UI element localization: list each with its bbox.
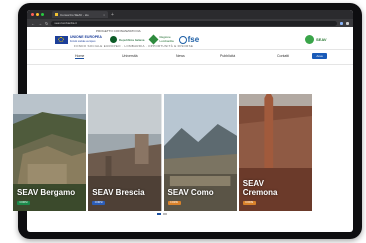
- card-title: SEAV Bergamo: [17, 188, 76, 197]
- browser-tab[interactable]: Consorzio SEAV - Ho ×: [52, 11, 108, 18]
- back-icon[interactable]: ←: [31, 21, 35, 26]
- menu-item-news[interactable]: News: [176, 54, 185, 58]
- tab-close-icon[interactable]: ×: [103, 13, 105, 17]
- pager-dot[interactable]: [157, 213, 161, 215]
- card-badge: CORSI: [92, 201, 106, 205]
- tagline: FONDO SOCIALE EUROPEO · LOMBARDIA · OPPO…: [74, 44, 194, 48]
- card-badge: CORSI: [242, 201, 256, 205]
- profile-icon[interactable]: [346, 21, 349, 25]
- card-badge: CORSI: [167, 201, 181, 205]
- card-cremona[interactable]: SEAV Cremona CORSI: [238, 94, 312, 211]
- eu-flag-icon: [55, 35, 68, 44]
- fse-star-icon: [178, 35, 187, 44]
- carousel-pager: [157, 213, 169, 215]
- tab-title: Consorzio SEAV - Ho: [60, 12, 89, 17]
- address-bar-row: ← → ↻ seav.lombardia.it: [27, 19, 353, 27]
- region-sublabel: Lombardia: [159, 38, 174, 43]
- project-label: PROGETTO COFINANZIATO DA: [96, 29, 141, 33]
- main-menu: Home Università News Pubblicità Contatti…: [27, 49, 353, 65]
- favicon-icon: [55, 13, 58, 16]
- fse-label: fse: [187, 35, 200, 44]
- card-badge: CORSI: [17, 201, 30, 205]
- reload-icon[interactable]: ↻: [45, 21, 48, 26]
- card-como[interactable]: SEAV Como CORSI: [163, 94, 237, 211]
- maximize-window-icon[interactable]: [41, 13, 44, 16]
- new-tab-icon[interactable]: +: [111, 12, 114, 18]
- menu-item-pubblicita[interactable]: Pubblicità: [220, 54, 235, 58]
- tab-bar: Consorzio SEAV - Ho × +: [27, 10, 353, 19]
- campus-cards: SEAV Bergamo CORSI SEAV Brescia CORSI SE…: [13, 94, 312, 211]
- fse-logo: fse: [178, 35, 200, 44]
- forward-icon[interactable]: →: [38, 21, 42, 26]
- eu-label: UNIONE EUROPEA: [70, 35, 102, 39]
- republic-logo: Repubblica Italiana: [109, 36, 145, 43]
- site-logo-label: SEAV: [316, 36, 327, 42]
- card-title: SEAV Cremona: [242, 179, 278, 197]
- login-button[interactable]: Area riservata: [312, 53, 327, 64]
- menu-item-contatti[interactable]: Contatti: [277, 54, 289, 58]
- region-logo: Regione Lombardia: [148, 34, 174, 45]
- card-title: SEAV Como: [167, 188, 214, 197]
- close-window-icon[interactable]: [31, 13, 34, 16]
- card-bergamo[interactable]: SEAV Bergamo CORSI: [13, 94, 87, 211]
- menu-item-home[interactable]: Home: [75, 54, 85, 59]
- extension-icon[interactable]: [340, 21, 343, 25]
- site-logo-icon: [305, 34, 314, 44]
- partner-logos: UNIONE EUROPEA Fondo sociale europeo Repu…: [55, 34, 200, 45]
- eu-logo: UNIONE EUROPEA Fondo sociale europeo: [55, 35, 102, 44]
- menu-item-universita[interactable]: Università: [122, 54, 138, 58]
- republic-label: Repubblica Italiana: [118, 37, 145, 42]
- minimize-window-icon[interactable]: [36, 13, 39, 16]
- card-title: SEAV Brescia: [92, 188, 145, 197]
- url-input[interactable]: seav.lombardia.it: [51, 20, 337, 26]
- site-header: PROGETTO COFINANZIATO DA UNIONE EUROPEA F…: [27, 27, 353, 49]
- region-emblem-icon: [148, 34, 159, 45]
- republic-emblem-icon: [109, 36, 117, 43]
- site-logo[interactable]: SEAV: [305, 34, 337, 44]
- card-brescia[interactable]: SEAV Brescia CORSI: [88, 94, 162, 211]
- pager-dot[interactable]: [163, 213, 167, 215]
- eu-sublabel: Fondo sociale europeo: [70, 40, 96, 43]
